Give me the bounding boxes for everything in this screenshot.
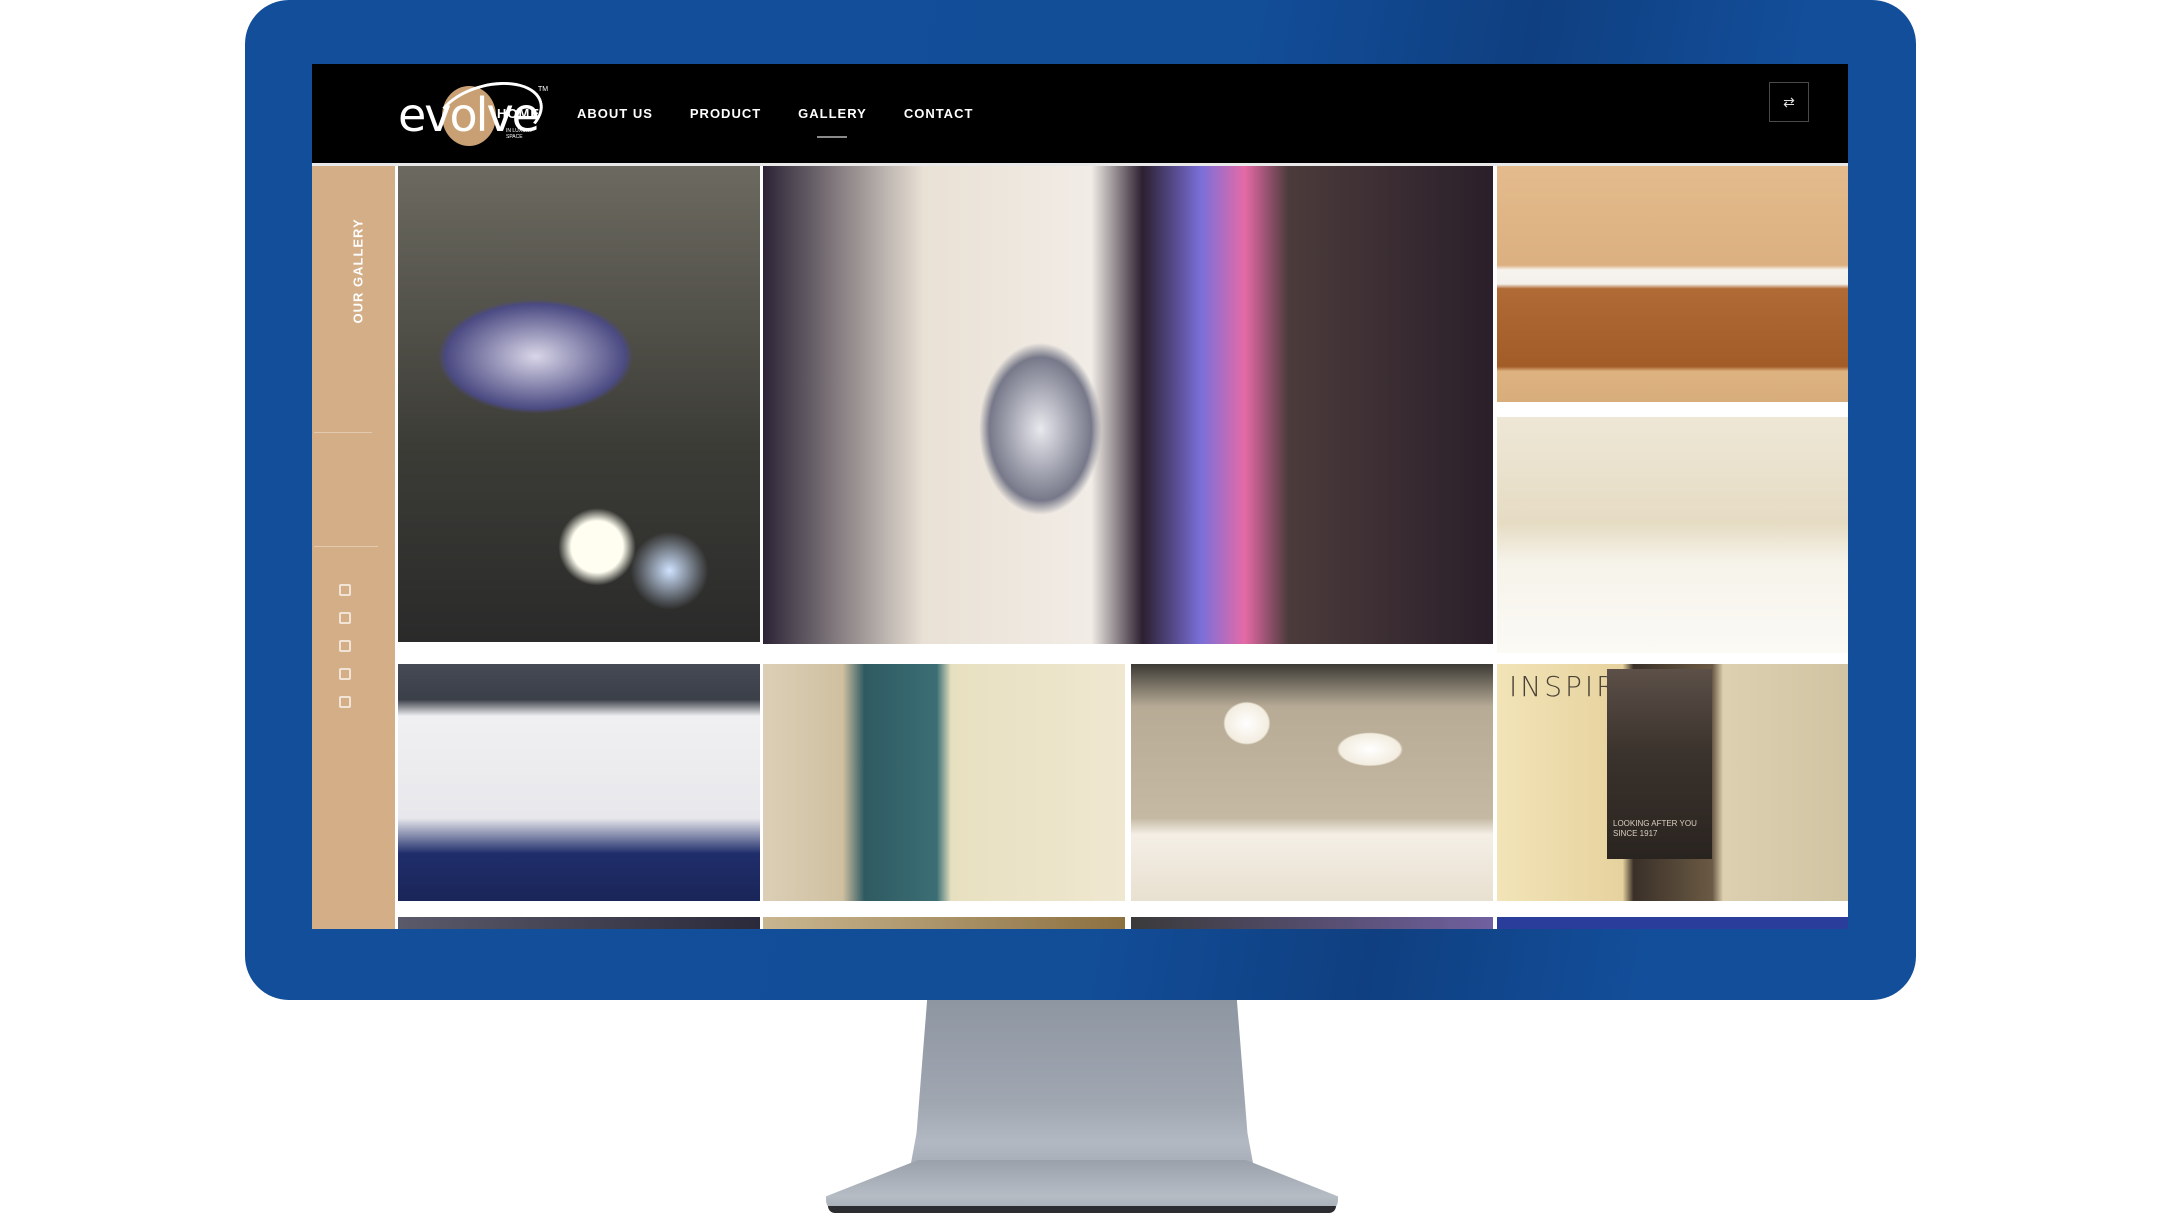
gallery-tile-shower-head[interactable] — [398, 166, 760, 642]
sidebar-divider — [314, 546, 378, 547]
gallery-grid: INSPIRA LOOKING AFTER YOU SINCE 1917 Fil… — [397, 166, 1848, 929]
poster-text: LOOKING AFTER YOU SINCE 1917 — [1613, 819, 1697, 838]
gallery-tile-partial[interactable] — [1497, 917, 1848, 929]
facebook-icon[interactable] — [339, 584, 351, 596]
roca-poster: LOOKING AFTER YOU SINCE 1917 — [1607, 669, 1712, 859]
twitter-icon[interactable] — [339, 612, 351, 624]
gallery-tile-shower-enclosure[interactable] — [763, 664, 1125, 901]
sidebar: OUR GALLERY — [312, 166, 395, 929]
site-header: evolve TM IN LUXURY SPACE HOME ABOUT US … — [312, 64, 1848, 163]
nav-gallery[interactable]: GALLERY — [798, 104, 867, 138]
monitor-stand-base — [826, 1160, 1338, 1212]
gallery-tile-partial[interactable] — [763, 917, 1125, 929]
gallery-tile-wooden-vanity[interactable] — [1497, 166, 1848, 402]
menu-toggle-button[interactable]: ⇄ — [1769, 82, 1809, 122]
sidebar-title: OUR GALLERY — [350, 218, 366, 324]
monitor-stand-foot — [828, 1206, 1336, 1213]
nav-about-us[interactable]: ABOUT US — [577, 104, 653, 124]
gallery-tile-inspira[interactable]: INSPIRA LOOKING AFTER YOU SINCE 1917 — [1497, 664, 1848, 901]
gallery-tile-partial[interactable] — [1131, 917, 1493, 929]
website-screen: evolve TM IN LUXURY SPACE HOME ABOUT US … — [312, 64, 1848, 929]
sidebar-divider — [314, 432, 372, 433]
main-nav: HOME ABOUT US PRODUCT GALLERY CONTACT — [460, 64, 973, 163]
gallery-tile-showroom-wall[interactable] — [398, 664, 760, 901]
nav-product[interactable]: PRODUCT — [690, 104, 761, 124]
gallery-tile-partial[interactable] — [398, 917, 760, 929]
instagram-icon[interactable] — [339, 640, 351, 652]
nav-contact[interactable]: CONTACT — [904, 104, 974, 124]
gallery-tile-basin-display[interactable] — [1131, 664, 1493, 901]
gallery-tile-shower-valve[interactable] — [763, 166, 1493, 644]
shuffle-icon: ⇄ — [1783, 93, 1795, 110]
youtube-icon[interactable] — [339, 696, 351, 708]
gallery-tile-vessel-basins[interactable] — [1497, 417, 1848, 653]
linkedin-icon[interactable] — [339, 668, 351, 680]
nav-home[interactable]: HOME — [497, 104, 540, 124]
